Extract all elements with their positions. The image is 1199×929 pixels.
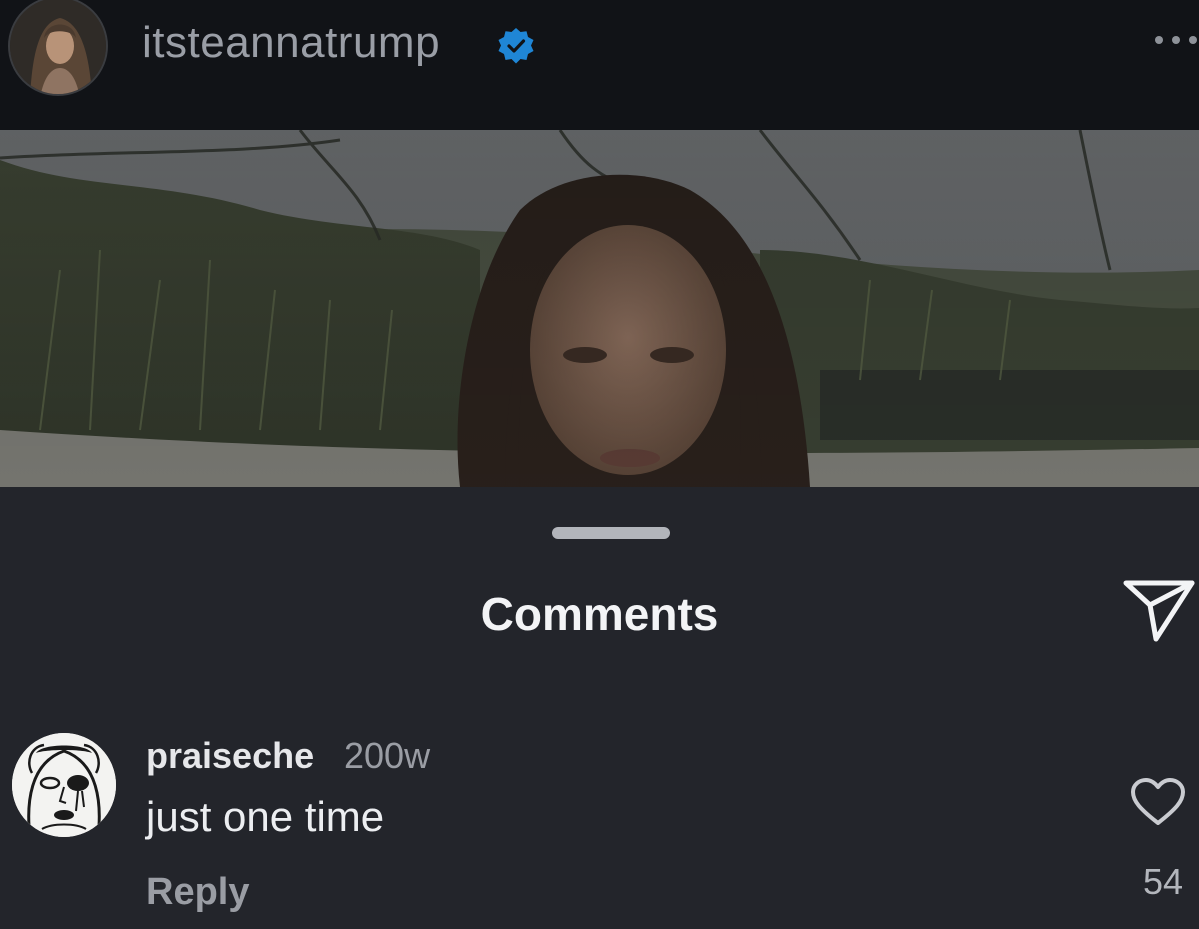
like-count: 54	[1142, 861, 1183, 902]
comment-author[interactable]: praiseche	[146, 735, 314, 777]
heart-icon[interactable]	[1130, 777, 1186, 827]
reply-button[interactable]: Reply	[146, 871, 249, 914]
post-header: itsteannatrump	[0, 0, 1199, 130]
post-photo[interactable]	[0, 130, 1199, 487]
profile-avatar[interactable]	[8, 0, 108, 96]
verified-badge-icon	[498, 28, 534, 64]
commenter-avatar[interactable]	[12, 733, 116, 837]
send-icon[interactable]	[1122, 579, 1196, 643]
instagram-post-screen: itsteannatrump Comments praiseche 200w j…	[0, 0, 1199, 929]
comment-text: just one time	[146, 793, 385, 840]
sheet-drag-handle[interactable]	[552, 527, 670, 539]
comments-sheet: Comments praiseche 200w just one time Re…	[0, 487, 1199, 929]
more-options-icon[interactable]	[1139, 20, 1199, 60]
comments-title: Comments	[480, 588, 719, 640]
comment-timestamp: 200w	[344, 735, 431, 776]
post-username[interactable]: itsteannatrump	[142, 18, 440, 68]
comment-item: praiseche 200w just one time Reply 54	[0, 727, 1199, 927]
